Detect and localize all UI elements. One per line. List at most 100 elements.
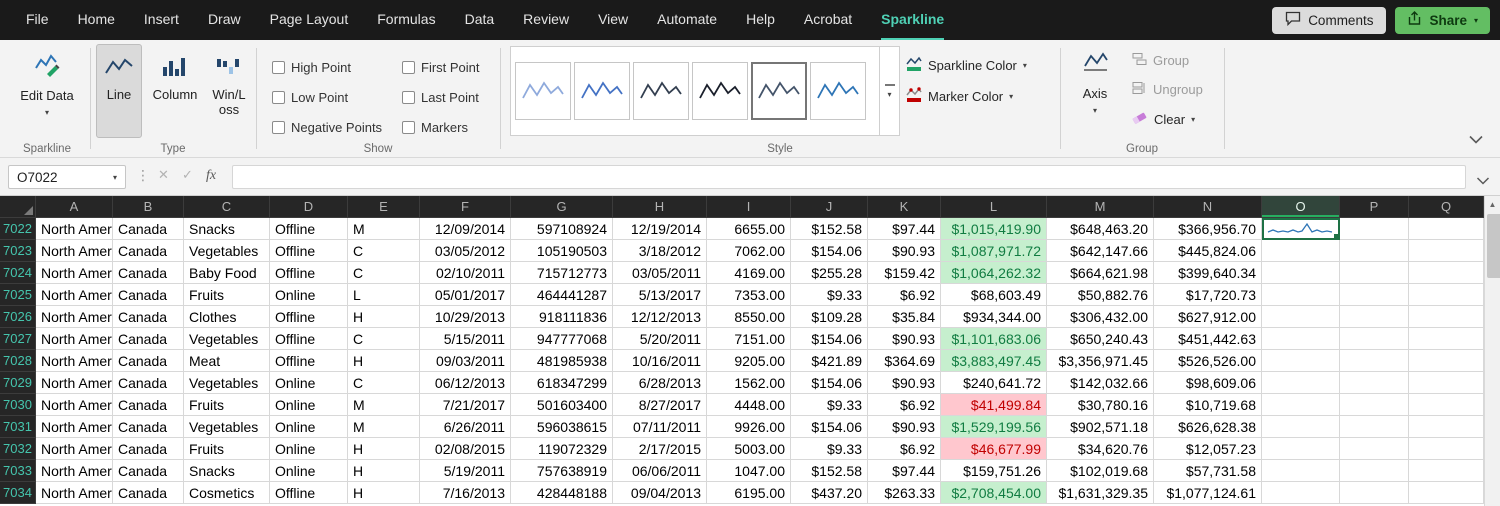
cell-F7034[interactable]: 7/16/2013 bbox=[420, 482, 511, 504]
cell-C7027[interactable]: Vegetables bbox=[184, 328, 270, 350]
cell-F7032[interactable]: 02/08/2015 bbox=[420, 438, 511, 460]
cell-E7022[interactable]: M bbox=[348, 218, 420, 240]
cell-P7031[interactable] bbox=[1340, 416, 1409, 438]
sparkline-color-button[interactable]: Sparkline Color ▾ bbox=[906, 56, 1027, 75]
tab-formulas[interactable]: Formulas bbox=[377, 0, 435, 40]
cell-D7028[interactable]: Offline bbox=[270, 350, 348, 372]
cell-B7022[interactable]: Canada bbox=[113, 218, 184, 240]
cell-D7029[interactable]: Online bbox=[270, 372, 348, 394]
tab-sparkline[interactable]: Sparkline bbox=[881, 0, 944, 40]
tab-draw[interactable]: Draw bbox=[208, 0, 241, 40]
cell-A7025[interactable]: North America bbox=[36, 284, 113, 306]
cell-J7029[interactable]: $154.06 bbox=[791, 372, 868, 394]
cell-D7027[interactable]: Offline bbox=[270, 328, 348, 350]
cell-M7029[interactable]: $142,032.66 bbox=[1047, 372, 1154, 394]
row-header-7026[interactable]: 7026 bbox=[0, 306, 36, 328]
cell-F7022[interactable]: 12/09/2014 bbox=[420, 218, 511, 240]
cell-Q7023[interactable] bbox=[1409, 240, 1484, 262]
cell-F7029[interactable]: 06/12/2013 bbox=[420, 372, 511, 394]
cell-G7030[interactable]: 501603400 bbox=[511, 394, 613, 416]
row-header-7034[interactable]: 7034 bbox=[0, 482, 36, 504]
cell-B7023[interactable]: Canada bbox=[113, 240, 184, 262]
cell-L7031[interactable]: $1,529,199.56 bbox=[941, 416, 1047, 438]
cell-I7029[interactable]: 1562.00 bbox=[707, 372, 791, 394]
cell-E7032[interactable]: H bbox=[348, 438, 420, 460]
cell-I7032[interactable]: 5003.00 bbox=[707, 438, 791, 460]
cell-A7028[interactable]: North America bbox=[36, 350, 113, 372]
cell-A7029[interactable]: North America bbox=[36, 372, 113, 394]
cell-O7033[interactable] bbox=[1262, 460, 1340, 482]
cell-N7029[interactable]: $98,609.06 bbox=[1154, 372, 1262, 394]
cell-A7026[interactable]: North America bbox=[36, 306, 113, 328]
cell-B7029[interactable]: Canada bbox=[113, 372, 184, 394]
cell-E7030[interactable]: M bbox=[348, 394, 420, 416]
row-header-7030[interactable]: 7030 bbox=[0, 394, 36, 416]
cell-F7030[interactable]: 7/21/2017 bbox=[420, 394, 511, 416]
cell-O7024[interactable] bbox=[1262, 262, 1340, 284]
cell-O7025[interactable] bbox=[1262, 284, 1340, 306]
row-header-7025[interactable]: 7025 bbox=[0, 284, 36, 306]
cell-A7024[interactable]: North America bbox=[36, 262, 113, 284]
column-header-N[interactable]: N bbox=[1154, 196, 1262, 218]
cell-O7022[interactable] bbox=[1262, 218, 1340, 240]
cell-D7032[interactable]: Online bbox=[270, 438, 348, 460]
cell-J7028[interactable]: $421.89 bbox=[791, 350, 868, 372]
cell-F7028[interactable]: 09/03/2011 bbox=[420, 350, 511, 372]
cell-G7027[interactable]: 947777068 bbox=[511, 328, 613, 350]
cell-K7027[interactable]: $90.93 bbox=[868, 328, 941, 350]
tab-view[interactable]: View bbox=[598, 0, 628, 40]
collapse-ribbon-button[interactable] bbox=[1468, 131, 1484, 149]
sparkline-style-option-6[interactable] bbox=[810, 62, 866, 120]
cell-G7024[interactable]: 715712773 bbox=[511, 262, 613, 284]
cell-Q7028[interactable] bbox=[1409, 350, 1484, 372]
cell-D7033[interactable]: Online bbox=[270, 460, 348, 482]
cell-A7022[interactable]: North America bbox=[36, 218, 113, 240]
cell-P7022[interactable] bbox=[1340, 218, 1409, 240]
tab-home[interactable]: Home bbox=[78, 0, 115, 40]
cell-Q7022[interactable] bbox=[1409, 218, 1484, 240]
cell-M7022[interactable]: $648,463.20 bbox=[1047, 218, 1154, 240]
cell-G7033[interactable]: 757638919 bbox=[511, 460, 613, 482]
vertical-scrollbar[interactable]: ▲ bbox=[1484, 196, 1500, 506]
tab-automate[interactable]: Automate bbox=[657, 0, 717, 40]
cell-A7032[interactable]: North America bbox=[36, 438, 113, 460]
column-header-M[interactable]: M bbox=[1047, 196, 1154, 218]
cell-D7025[interactable]: Online bbox=[270, 284, 348, 306]
column-header-L[interactable]: L bbox=[941, 196, 1047, 218]
cell-J7030[interactable]: $9.33 bbox=[791, 394, 868, 416]
cell-I7023[interactable]: 7062.00 bbox=[707, 240, 791, 262]
tab-file[interactable]: File bbox=[26, 0, 49, 40]
cell-K7034[interactable]: $263.33 bbox=[868, 482, 941, 504]
cell-J7022[interactable]: $152.58 bbox=[791, 218, 868, 240]
cell-M7026[interactable]: $306,432.00 bbox=[1047, 306, 1154, 328]
cell-Q7027[interactable] bbox=[1409, 328, 1484, 350]
cell-J7031[interactable]: $154.06 bbox=[791, 416, 868, 438]
cell-J7025[interactable]: $9.33 bbox=[791, 284, 868, 306]
cell-Q7024[interactable] bbox=[1409, 262, 1484, 284]
cell-K7025[interactable]: $6.92 bbox=[868, 284, 941, 306]
cell-J7027[interactable]: $154.06 bbox=[791, 328, 868, 350]
cell-N7022[interactable]: $366,956.70 bbox=[1154, 218, 1262, 240]
cell-D7030[interactable]: Online bbox=[270, 394, 348, 416]
cell-H7033[interactable]: 06/06/2011 bbox=[613, 460, 707, 482]
cell-O7023[interactable] bbox=[1262, 240, 1340, 262]
cell-H7029[interactable]: 6/28/2013 bbox=[613, 372, 707, 394]
cell-O7026[interactable] bbox=[1262, 306, 1340, 328]
cell-N7025[interactable]: $17,720.73 bbox=[1154, 284, 1262, 306]
column-header-O[interactable]: O bbox=[1262, 196, 1340, 218]
cell-A7031[interactable]: North America bbox=[36, 416, 113, 438]
cell-L7024[interactable]: $1,064,262.32 bbox=[941, 262, 1047, 284]
cell-J7023[interactable]: $154.06 bbox=[791, 240, 868, 262]
cell-D7023[interactable]: Offline bbox=[270, 240, 348, 262]
cell-B7027[interactable]: Canada bbox=[113, 328, 184, 350]
cell-O7031[interactable] bbox=[1262, 416, 1340, 438]
cell-P7032[interactable] bbox=[1340, 438, 1409, 460]
cell-N7033[interactable]: $57,731.58 bbox=[1154, 460, 1262, 482]
type-column-button[interactable]: Column bbox=[148, 44, 202, 138]
cell-K7022[interactable]: $97.44 bbox=[868, 218, 941, 240]
cell-C7034[interactable]: Cosmetics bbox=[184, 482, 270, 504]
column-header-G[interactable]: G bbox=[511, 196, 613, 218]
cell-E7029[interactable]: C bbox=[348, 372, 420, 394]
cell-Q7031[interactable] bbox=[1409, 416, 1484, 438]
cell-H7022[interactable]: 12/19/2014 bbox=[613, 218, 707, 240]
